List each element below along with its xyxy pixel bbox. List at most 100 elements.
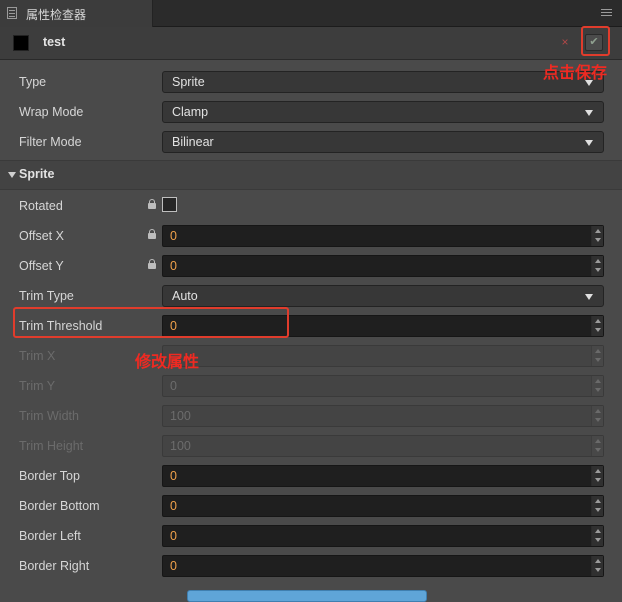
input-value: 0 xyxy=(170,259,177,273)
modify-highlight-box xyxy=(13,307,289,338)
stepper[interactable] xyxy=(591,316,603,336)
field-row-offset-x: Offset X 0 xyxy=(0,221,622,251)
field-row-trim-y: Trim Y 0 xyxy=(0,371,622,401)
trim-width-input: 100 xyxy=(162,405,604,427)
menu-icon[interactable] xyxy=(601,9,612,10)
lock-icon[interactable] xyxy=(148,229,156,239)
field-label: Trim X xyxy=(19,349,56,363)
arrow-down-icon[interactable] xyxy=(595,478,601,482)
arrow-down-icon[interactable] xyxy=(595,568,601,572)
arrow-down-icon[interactable] xyxy=(595,238,601,242)
border-bottom-input[interactable]: 0 xyxy=(162,495,604,517)
offset-x-input[interactable]: 0 xyxy=(162,225,604,247)
arrow-up-icon xyxy=(595,349,601,353)
field-row-border-top: Border Top 0 xyxy=(0,461,622,491)
dropdown-arrow-icon xyxy=(585,110,593,116)
field-row-rotated: Rotated xyxy=(0,191,622,221)
stepper xyxy=(591,406,603,426)
arrow-up-icon[interactable] xyxy=(595,229,601,233)
arrow-up-icon xyxy=(595,379,601,383)
section-title: Sprite xyxy=(19,167,55,181)
field-row-offset-y: Offset Y 0 xyxy=(0,251,622,281)
arrow-down-icon[interactable] xyxy=(595,268,601,272)
field-label: Border Top xyxy=(19,469,80,483)
edit-button[interactable] xyxy=(187,590,427,602)
inspector-icon xyxy=(7,7,17,19)
arrow-up-icon xyxy=(595,409,601,413)
save-annotation: 点击保存 xyxy=(543,65,608,82)
filter-mode-select[interactable]: Bilinear xyxy=(162,131,604,153)
field-row-trim-height: Trim Height 100 xyxy=(0,431,622,461)
field-label: Trim Type xyxy=(19,289,74,303)
arrow-up-icon[interactable] xyxy=(595,319,601,323)
arrow-down-icon[interactable] xyxy=(595,508,601,512)
arrow-down-icon[interactable] xyxy=(595,538,601,542)
field-label: Filter Mode xyxy=(19,135,82,149)
field-label: Trim Width xyxy=(19,409,79,423)
stepper[interactable] xyxy=(591,466,603,486)
select-value: Auto xyxy=(172,289,198,303)
border-top-input[interactable]: 0 xyxy=(162,465,604,487)
border-right-input[interactable]: 0 xyxy=(162,555,604,577)
input-value: 0 xyxy=(170,229,177,243)
trim-type-select[interactable]: Auto xyxy=(162,285,604,307)
arrow-up-icon[interactable] xyxy=(595,469,601,473)
arrow-down-icon xyxy=(595,448,601,452)
revert-button[interactable]: × xyxy=(559,35,571,49)
dropdown-arrow-icon xyxy=(585,140,593,146)
arrow-down-icon xyxy=(595,358,601,362)
type-select[interactable]: Sprite xyxy=(162,71,604,93)
border-left-input[interactable]: 0 xyxy=(162,525,604,547)
field-row-border-bottom: Border Bottom 0 xyxy=(0,491,622,521)
trim-height-input: 100 xyxy=(162,435,604,457)
tab-title: 属性检查器 xyxy=(26,8,87,22)
arrow-up-icon[interactable] xyxy=(595,259,601,263)
arrow-up-icon[interactable] xyxy=(595,529,601,533)
input-value: 0 xyxy=(170,379,177,393)
tab-inspector[interactable]: 属性检查器 xyxy=(0,0,153,27)
modify-annotation: 修改属性 xyxy=(135,354,200,371)
field-label: Wrap Mode xyxy=(19,105,84,119)
stepper xyxy=(591,346,603,366)
field-row-trim-x: Trim X xyxy=(0,341,622,371)
field-label: Border Left xyxy=(19,529,81,543)
field-label: Border Right xyxy=(19,559,90,573)
field-label: Rotated xyxy=(19,199,63,213)
stepper[interactable] xyxy=(591,526,603,546)
stepper[interactable] xyxy=(591,556,603,576)
field-row-wrap-mode: Wrap Mode Clamp xyxy=(0,97,622,127)
select-value: Sprite xyxy=(172,75,205,89)
field-label: Type xyxy=(19,75,47,89)
lock-icon[interactable] xyxy=(148,259,156,269)
stepper[interactable] xyxy=(591,256,603,276)
wrap-mode-select[interactable]: Clamp xyxy=(162,101,604,123)
field-row-trim-width: Trim Width 100 xyxy=(0,401,622,431)
arrow-up-icon xyxy=(595,439,601,443)
arrow-down-icon[interactable] xyxy=(595,328,601,332)
field-label: Border Bottom xyxy=(19,499,100,513)
stepper xyxy=(591,376,603,396)
asset-swatch-icon xyxy=(13,35,29,51)
select-value: Clamp xyxy=(172,105,209,119)
offset-y-input[interactable]: 0 xyxy=(162,255,604,277)
dropdown-arrow-icon xyxy=(585,294,593,300)
save-highlight-box xyxy=(581,26,610,56)
arrow-down-icon xyxy=(595,388,601,392)
trim-x-input xyxy=(162,345,604,367)
field-label: Trim Height xyxy=(19,439,84,453)
arrow-up-icon[interactable] xyxy=(595,499,601,503)
input-value: 100 xyxy=(170,439,191,453)
caret-down-icon xyxy=(8,172,16,178)
sprite-section-header[interactable]: Sprite xyxy=(0,160,622,190)
field-row-border-right: Border Right 0 xyxy=(0,551,622,581)
input-value: 0 xyxy=(170,559,177,573)
arrow-up-icon[interactable] xyxy=(595,559,601,563)
trim-y-input: 0 xyxy=(162,375,604,397)
rotated-checkbox[interactable] xyxy=(162,197,177,212)
stepper[interactable] xyxy=(591,226,603,246)
field-row-type: Type Sprite xyxy=(0,67,622,97)
lock-icon[interactable] xyxy=(148,199,156,209)
input-value: 0 xyxy=(170,469,177,483)
stepper[interactable] xyxy=(591,496,603,516)
input-value: 100 xyxy=(170,409,191,423)
